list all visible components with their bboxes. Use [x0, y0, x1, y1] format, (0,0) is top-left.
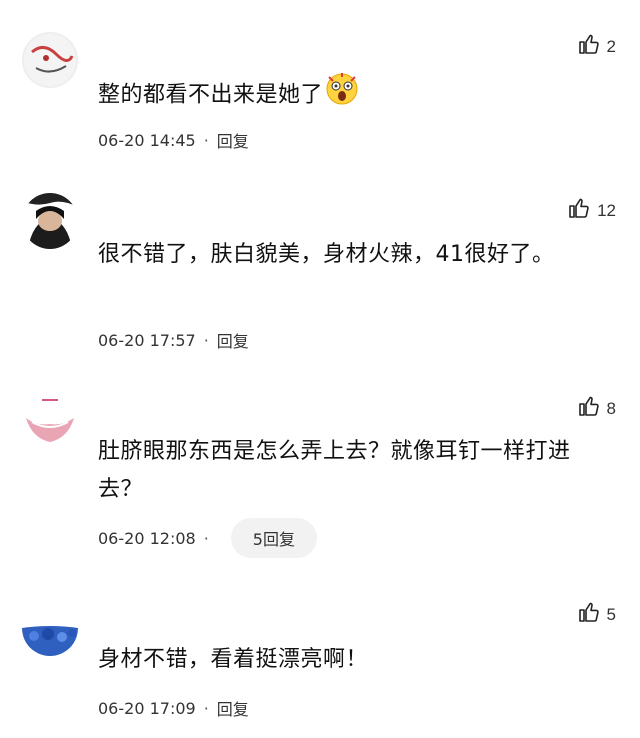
separator-dot: ·: [203, 330, 209, 350]
reply-button[interactable]: 回复: [217, 696, 249, 720]
comment-text: 肚脐眼那东西是怎么弄上去？就像耳钉一样打进去？: [98, 439, 571, 502]
like-count: 8: [606, 398, 616, 418]
thumbs-up-icon: [577, 32, 601, 61]
avatar[interactable]: [22, 392, 78, 448]
comment-text: 很不错了，肤白貌美，身材火辣，41很好了。: [98, 242, 555, 267]
separator-dot: ·: [203, 130, 209, 150]
comment-text: 整的都看不出来是她了: [98, 72, 603, 119]
comment-date: 06-20 14:45: [98, 130, 196, 150]
comment-meta: 06-20 12:08 · 5回复: [98, 518, 317, 558]
replies-button[interactable]: 5回复: [230, 518, 317, 558]
like-count: 5: [606, 604, 616, 624]
comment-date: 06-20 17:57: [98, 330, 196, 350]
comment-text: 身材不错，看着挺漂亮啊！: [98, 647, 369, 672]
avatar[interactable]: [22, 193, 78, 249]
comment-date: 06-20 17:09: [98, 698, 196, 718]
shocked-face-emoji: [325, 72, 359, 119]
avatar[interactable]: [22, 600, 78, 656]
separator-dot: ·: [203, 528, 209, 548]
thumbs-up-icon: [577, 600, 601, 629]
like-button[interactable]: 5: [577, 600, 616, 629]
thumbs-up-icon: [567, 196, 591, 225]
like-count: 12: [597, 200, 616, 220]
avatar[interactable]: [22, 32, 78, 88]
thumbs-up-icon: [577, 394, 601, 423]
reply-button[interactable]: 回复: [217, 128, 249, 152]
separator-dot: ·: [203, 698, 209, 718]
comment-date: 06-20 12:08: [98, 528, 196, 548]
like-button[interactable]: 8: [577, 394, 616, 423]
like-count: 2: [606, 36, 616, 56]
comment-meta: 06-20 17:57 · 回复: [98, 328, 249, 352]
comment-meta: 06-20 17:09 · 回复: [98, 696, 249, 720]
like-button[interactable]: 12: [567, 196, 616, 225]
reply-button[interactable]: 回复: [217, 328, 249, 352]
comment-text-content: 整的都看不出来是她了: [98, 82, 324, 108]
comment-meta: 06-20 14:45 · 回复: [98, 128, 249, 152]
like-button[interactable]: 2: [577, 32, 616, 61]
